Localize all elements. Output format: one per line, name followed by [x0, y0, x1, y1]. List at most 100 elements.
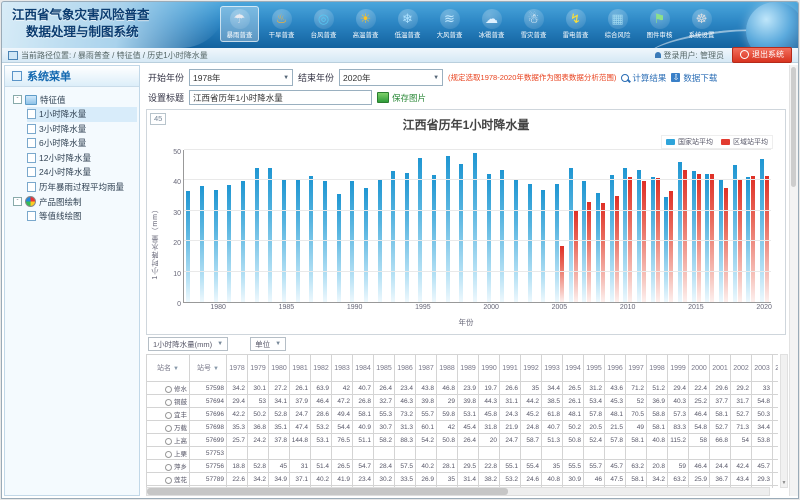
scrollbar-thumb[interactable]	[147, 488, 508, 495]
data-download-button[interactable]: ⇩ 数据下载	[671, 72, 717, 84]
legend-item[interactable]: 区域站平均	[721, 137, 768, 147]
value-cell: 22.8	[479, 460, 500, 473]
unit-filter-select[interactable]: 单位▼	[250, 337, 286, 351]
col-header-year-2000[interactable]: 2000	[689, 355, 710, 382]
value-cell: 26.1	[563, 395, 584, 408]
table-row[interactable]: 修水5759834.230.127.226.163.94240.726.423.…	[147, 382, 779, 395]
col-header-year-1978[interactable]: 1978	[227, 355, 248, 382]
nav-item-snow-survey[interactable]: ☃雪灾普查	[514, 6, 553, 42]
variable-filter-select[interactable]: 1小时降水量(mm)▼	[148, 337, 228, 351]
start-year-select[interactable]: 1978年▼	[189, 69, 293, 86]
col-header-year-1994[interactable]: 1994	[563, 355, 584, 382]
sidebar-group-1[interactable]: -产品图绘制	[13, 194, 137, 209]
table-row[interactable]: 铜鼓5769429.45334.137.946.447.226.832.746.…	[147, 395, 779, 408]
sidebar-item-0-4[interactable]: 24小时降水量	[27, 165, 137, 180]
col-header-year-2003[interactable]: 2003	[752, 355, 773, 382]
col-header-year-1990[interactable]: 1990	[479, 355, 500, 382]
col-header-year-1998[interactable]: 1998	[647, 355, 668, 382]
legend-item[interactable]: 国家站平均	[666, 137, 713, 147]
col-header-year-1988[interactable]: 1988	[437, 355, 458, 382]
nav-item-typhoon-survey[interactable]: ◎台风普查	[304, 6, 343, 42]
table-row[interactable]: 萍乡5775618.852.8453151.426.554.728.457.54…	[147, 460, 779, 473]
col-header-year-1986[interactable]: 1986	[395, 355, 416, 382]
nav-item-hail-survey[interactable]: ☁冰雹普查	[472, 6, 511, 42]
nav-item-comprehensive-risk[interactable]: ▦综合风险	[598, 6, 637, 42]
table-horizontal-scrollbar[interactable]	[146, 487, 770, 496]
col-header-id[interactable]: 站号 ▼	[190, 355, 227, 382]
table-row[interactable]: 莲花5778922.634.234.937.140.241.923.430.23…	[147, 473, 779, 486]
value-cell: 54.8	[752, 395, 773, 408]
bar-group-1990	[348, 150, 362, 302]
chart-legend[interactable]: 国家站平均区域站平均	[661, 135, 773, 149]
login-user-label: 登录用户: 管理员	[664, 50, 724, 61]
col-header-year-1980[interactable]: 1980	[269, 355, 290, 382]
row-radio[interactable]	[165, 464, 172, 471]
logout-button[interactable]: 退出系统	[732, 47, 792, 63]
bar-group-2013	[662, 150, 676, 302]
col-header-year-1983[interactable]: 1983	[332, 355, 353, 382]
nav-item-lightning-survey[interactable]: ↯雷电普查	[556, 6, 595, 42]
col-header-year-1992[interactable]: 1992	[521, 355, 542, 382]
row-radio[interactable]	[165, 438, 172, 445]
table-row[interactable]: 万载5769835.336.835.147.453.254.440.930.73…	[147, 421, 779, 434]
row-radio[interactable]	[165, 451, 172, 458]
col-header-year-1982[interactable]: 1982	[311, 355, 332, 382]
col-header-year-1981[interactable]: 1981	[290, 355, 311, 382]
chevron-down-icon: ▼	[433, 75, 439, 81]
col-header-station[interactable]: 站名 ▼	[147, 355, 190, 382]
col-header-year-2001[interactable]: 2001	[710, 355, 731, 382]
nav-item-gale-survey[interactable]: ≋大风普查	[430, 6, 469, 42]
bar-区域站平均-2006	[574, 211, 578, 302]
scroll-down-icon[interactable]: ▼	[781, 479, 787, 487]
sidebar-item-0-3[interactable]: 12小时降水量	[27, 151, 137, 166]
sidebar-item-1-0[interactable]: 等值线绘图	[27, 209, 137, 224]
nav-item-high-temp-survey[interactable]: ☀高温普查	[346, 6, 385, 42]
col-header-year-1996[interactable]: 1996	[605, 355, 626, 382]
sidebar-item-0-2[interactable]: 6小时降水量	[27, 136, 137, 151]
row-radio[interactable]	[165, 399, 172, 406]
page-scrollbar-thumb[interactable]	[791, 67, 796, 187]
col-header-year-1989[interactable]: 1989	[458, 355, 479, 382]
row-radio[interactable]	[165, 477, 172, 484]
row-radio[interactable]	[165, 386, 172, 393]
bar-group-1980	[211, 150, 225, 302]
calc-result-button[interactable]: 计算结果	[621, 72, 666, 84]
nav-item-drought-survey[interactable]: ♨干旱普查	[262, 6, 301, 42]
col-header-year-1999[interactable]: 1999	[668, 355, 689, 382]
value-cell: 55.4	[521, 460, 542, 473]
col-header-year-1997[interactable]: 1997	[626, 355, 647, 382]
col-header-year-2002[interactable]: 2002	[731, 355, 752, 382]
chart-title-input[interactable]	[189, 90, 372, 105]
table-vertical-scrollbar[interactable]: ▼	[780, 354, 788, 488]
sidebar-item-0-0[interactable]: 1小时降水量	[27, 107, 137, 122]
end-year-select[interactable]: 2020年▼	[339, 69, 443, 86]
row-radio[interactable]	[165, 425, 172, 432]
row-radio[interactable]	[165, 412, 172, 419]
col-header-year-1995[interactable]: 1995	[584, 355, 605, 382]
col-header-year-1984[interactable]: 1984	[353, 355, 374, 382]
expand-icon[interactable]: -	[13, 95, 22, 104]
bar-区域站平均-2005	[560, 246, 564, 302]
sidebar-item-0-1[interactable]: 3小时降水量	[27, 122, 137, 137]
col-header-year-1979[interactable]: 1979	[248, 355, 269, 382]
col-header-year-2004[interactable]: 2004	[773, 355, 779, 382]
page-scrollbar[interactable]	[789, 65, 798, 496]
nav-item-low-temp-survey[interactable]: ❄低温普查	[388, 6, 427, 42]
sidebar-group-0[interactable]: -特征值	[13, 92, 137, 107]
expand-icon[interactable]: -	[13, 197, 22, 206]
page-icon	[27, 138, 36, 148]
table-row[interactable]: 上栗57753	[147, 447, 779, 460]
save-image-button[interactable]: 保存图片	[377, 92, 426, 104]
sidebar-item-0-5[interactable]: 历年暴雨过程平均雨量	[27, 180, 137, 195]
col-header-year-1991[interactable]: 1991	[500, 355, 521, 382]
table-row[interactable]: 上高5769925.724.237.8144.853.176.551.158.2…	[147, 434, 779, 447]
table-row[interactable]: 宜丰5769642.250.252.824.728.649.458.155.37…	[147, 408, 779, 421]
col-header-year-1987[interactable]: 1987	[416, 355, 437, 382]
nav-item-rainstorm-survey[interactable]: ☂暴雨普查	[220, 6, 259, 42]
drought-icon: ♨	[272, 9, 292, 29]
breadcrumb[interactable]: / 暴雨普查 / 特征值 / 历史1小时降水量	[73, 50, 207, 61]
nav-item-map-review[interactable]: ⚑图件审核	[640, 6, 679, 42]
bar-国家站平均-1978	[186, 191, 190, 302]
col-header-year-1993[interactable]: 1993	[542, 355, 563, 382]
col-header-year-1985[interactable]: 1985	[374, 355, 395, 382]
